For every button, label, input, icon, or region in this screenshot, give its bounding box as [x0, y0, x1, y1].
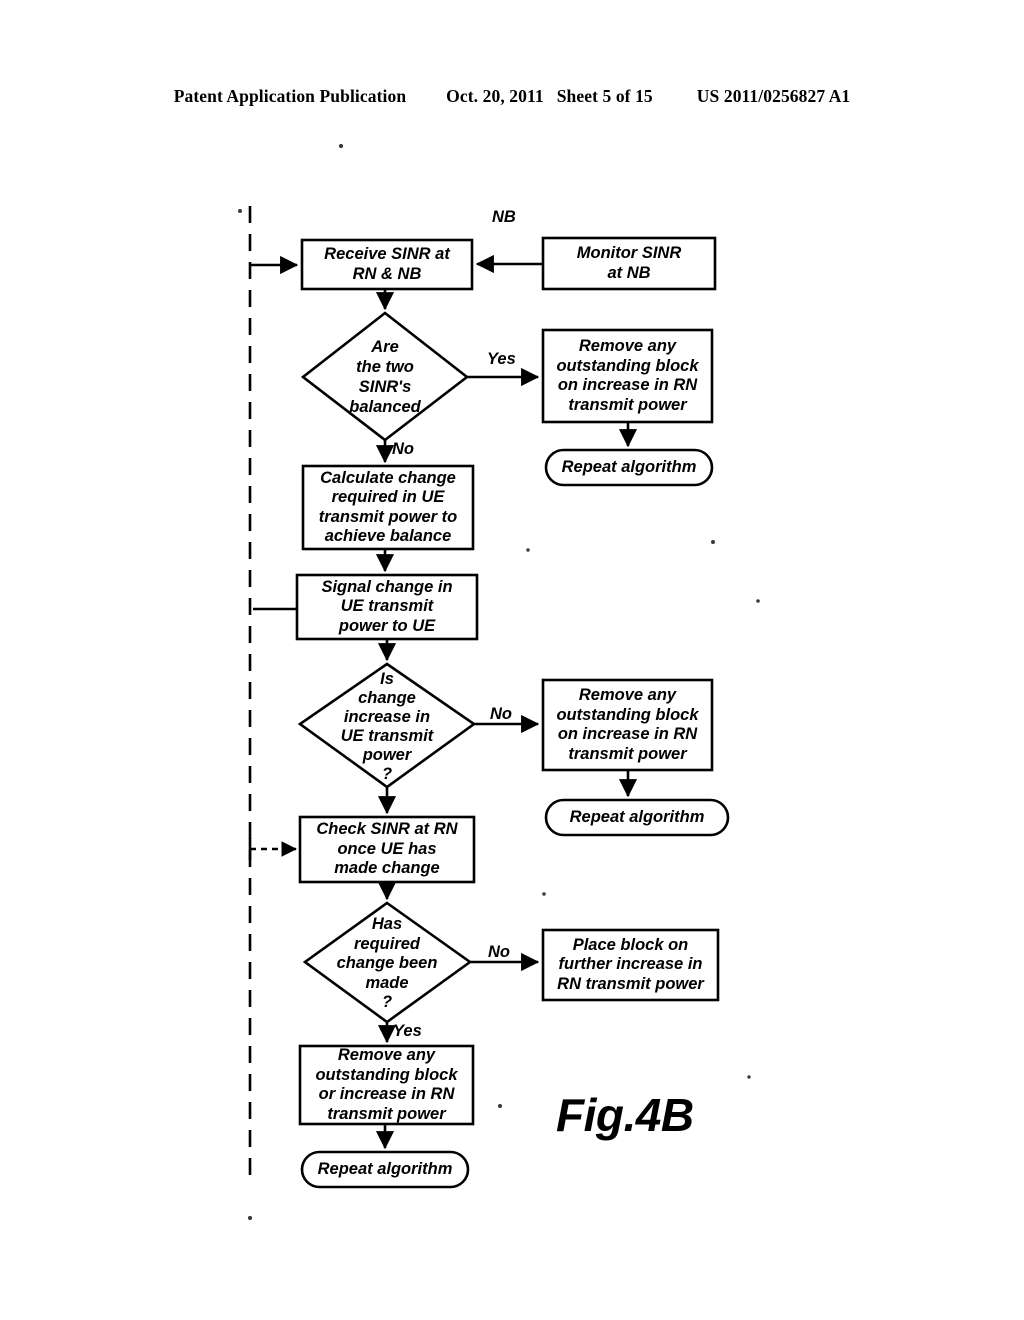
- edge-label-has-change-no: No: [488, 943, 510, 961]
- node-repeat-1-shape: [544, 448, 714, 487]
- node-calculate-change-shape: [301, 464, 475, 551]
- node-signal-change-shape: [295, 573, 479, 641]
- edge-label-balanced-no: No: [392, 440, 414, 458]
- node-monitor-sinr-shape: [541, 236, 717, 291]
- node-repeat-3-shape: [300, 1150, 470, 1189]
- node-place-block-shape: [541, 928, 720, 1002]
- node-repeat-2-shape: [544, 798, 730, 837]
- figure-caption: Fig.4B: [556, 1089, 694, 1141]
- node-is-increase-shape: [297, 662, 477, 789]
- node-has-change-made-shape: [302, 901, 473, 1024]
- node-receive-sinr-shape: [300, 238, 474, 291]
- edge-label-balanced-yes: Yes: [487, 350, 516, 368]
- node-remove-block-3-shape: [298, 1044, 475, 1126]
- annotation-nb-label: NB: [492, 208, 516, 226]
- node-remove-block-1-shape: [541, 328, 714, 424]
- flowchart-canvas: [238, 143, 760, 1221]
- flowchart-figure: [0, 0, 1024, 1320]
- node-check-sinr-shape: [298, 815, 476, 884]
- edge-label-is-increase-no: No: [490, 705, 512, 723]
- edge-label-has-change-yes: Yes: [393, 1022, 422, 1040]
- node-are-balanced-shape: [300, 311, 470, 442]
- node-remove-block-2-shape: [541, 678, 714, 772]
